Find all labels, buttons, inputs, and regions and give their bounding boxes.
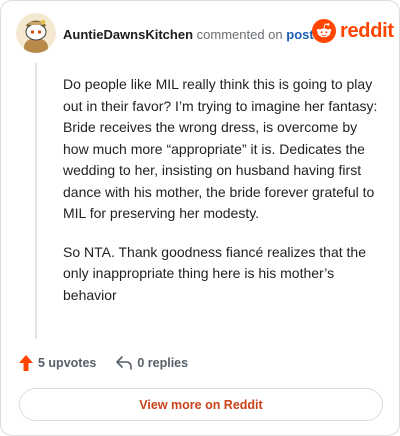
comment-actions: 5 upvotes 0 replies <box>19 355 188 371</box>
reply-arrow-icon <box>116 356 133 370</box>
reply-count: 0 replies <box>137 356 189 370</box>
thread-line <box>35 63 37 339</box>
comment-header: AuntieDawnsKitchen commented on post <box>63 27 314 42</box>
user-avatar-icon[interactable] <box>16 13 56 53</box>
replies-button[interactable]: 0 replies <box>116 356 188 370</box>
reddit-comment-embed: AuntieDawnsKitchen commented on post red… <box>0 0 400 436</box>
reddit-snoo-icon <box>312 19 336 43</box>
upvote-button[interactable]: 5 upvotes <box>19 355 96 371</box>
view-more-button[interactable]: View more on Reddit <box>19 388 383 421</box>
comment-paragraph: So NTA. Thank goodness fiancé realizes t… <box>63 243 366 303</box>
reddit-logo[interactable]: reddit <box>312 19 394 43</box>
username-link[interactable]: AuntieDawnsKitchen <box>63 27 193 42</box>
post-link[interactable]: post <box>286 27 313 42</box>
comment-body: Do people like MIL really think this is … <box>63 74 383 323</box>
reddit-wordmark: reddit <box>340 19 394 42</box>
upvote-count: 5 upvotes <box>38 356 97 370</box>
upvote-arrow-icon <box>19 355 33 371</box>
comment-paragraph: Do people like MIL really think this is … <box>63 76 378 221</box>
commented-on-label: commented on <box>196 27 283 42</box>
